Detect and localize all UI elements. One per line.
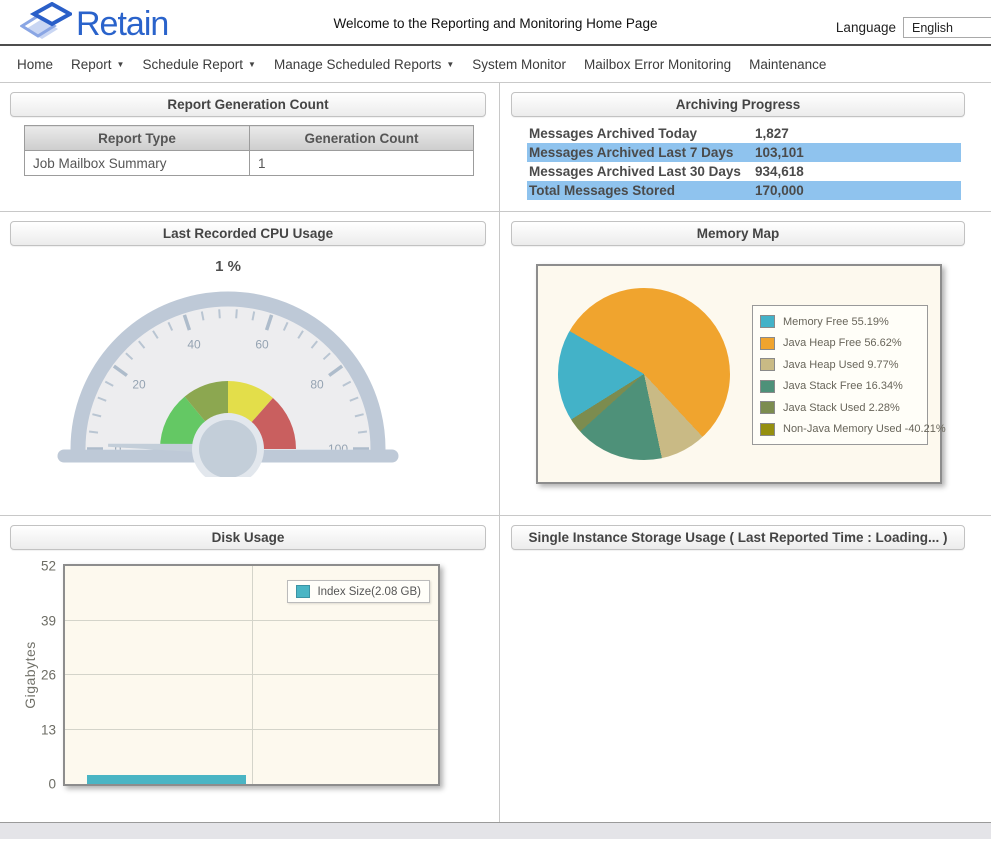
legend-swatch xyxy=(760,315,775,328)
disk-legend: Index Size(2.08 GB) xyxy=(287,580,430,603)
disk-gridline-horizontal xyxy=(65,620,438,621)
legend-label: Non-Java Memory Used -40.21% xyxy=(783,423,946,435)
legend-swatch xyxy=(760,337,775,350)
legend-swatch xyxy=(760,358,775,371)
cpu-usage-title: Last Recorded CPU Usage xyxy=(10,221,486,246)
disk-ytick-label: 26 xyxy=(41,668,56,683)
chevron-down-icon: ▼ xyxy=(446,59,454,69)
disk-plot: Gigabytes Index Size(2.08 GB) 013263952 xyxy=(63,564,440,786)
column-header-report-type: Report Type xyxy=(25,126,250,151)
nav-item-schedule-report[interactable]: Schedule Report ▼ xyxy=(133,57,265,72)
disk-ytick-label: 0 xyxy=(48,777,56,792)
svg-text:80: 80 xyxy=(310,377,324,391)
legend-label: Java Stack Used 2.28% xyxy=(783,402,900,414)
panel-disk-usage: Disk Usage Gigabytes Index Size(2.08 GB)… xyxy=(0,516,500,822)
cpu-gauge-value: 1 % xyxy=(0,258,456,275)
language-control: Language English xyxy=(836,17,991,38)
legend-label: Java Heap Free 56.62% xyxy=(783,337,902,349)
footer-bar xyxy=(0,823,991,839)
cell-report-type: Job Mailbox Summary xyxy=(25,151,250,176)
legend-label: Memory Free 55.19% xyxy=(783,316,889,328)
archiving-row: Messages Archived Last 30 Days934,618 xyxy=(527,162,961,181)
legend-item: Memory Free 55.19% xyxy=(760,311,927,333)
disk-bar xyxy=(87,775,246,784)
disk-gridline-horizontal xyxy=(65,729,438,730)
svg-text:60: 60 xyxy=(255,337,269,351)
panel-report-generation: Report Generation Count Report Type Gene… xyxy=(0,83,500,212)
language-select[interactable]: English xyxy=(903,17,991,38)
archiving-rows: Messages Archived Today1,827Messages Arc… xyxy=(527,124,961,200)
disk-ytick-label: 52 xyxy=(41,559,56,574)
panel-cpu-usage: Last Recorded CPU Usage 1 % 020406080100 xyxy=(0,212,500,516)
legend-swatch xyxy=(760,401,775,414)
memory-legend: Memory Free 55.19% Java Heap Free 56.62% J… xyxy=(752,305,928,445)
disk-gridline-vertical xyxy=(252,566,253,784)
report-generation-table: Report Type Generation Count Job Mailbox… xyxy=(24,125,474,176)
svg-text:20: 20 xyxy=(132,377,146,391)
single-instance-title: Single Instance Storage Usage ( Last Rep… xyxy=(511,525,965,550)
nav-item-label: Schedule Report xyxy=(142,57,243,72)
column-header-generation-count: Generation Count xyxy=(250,126,474,151)
archiving-progress-title: Archiving Progress xyxy=(511,92,965,117)
nav-item-mailbox-error-monitoring[interactable]: Mailbox Error Monitoring xyxy=(575,57,740,72)
content-grid: Report Generation Count Report Type Gene… xyxy=(0,83,991,823)
cpu-gauge: 020406080100 xyxy=(48,277,408,477)
archiving-row: Total Messages Stored170,000 xyxy=(527,181,961,200)
panel-archiving-progress: Archiving Progress Messages Archived Tod… xyxy=(500,83,991,212)
chevron-down-icon: ▼ xyxy=(248,59,256,69)
disk-ytick-label: 13 xyxy=(41,722,56,737)
cell-generation-count: 1 xyxy=(250,151,474,176)
nav-item-system-monitor[interactable]: System Monitor xyxy=(463,57,575,72)
nav-item-label: Maintenance xyxy=(749,57,826,72)
chevron-down-icon: ▼ xyxy=(117,59,125,69)
memory-pie xyxy=(558,288,730,460)
disk-ytick-label: 39 xyxy=(41,613,56,628)
legend-item: Java Stack Free 16.34% xyxy=(760,376,927,398)
nav-item-label: Report xyxy=(71,57,112,72)
disk-usage-title: Disk Usage xyxy=(10,525,486,550)
disk-y-axis-title: Gigabytes xyxy=(22,625,38,725)
archiving-row: Messages Archived Last 7 Days103,101 xyxy=(527,143,961,162)
nav-item-report[interactable]: Report ▼ xyxy=(62,57,133,72)
legend-item: Java Heap Used 9.77% xyxy=(760,354,927,376)
legend-swatch xyxy=(760,380,775,393)
legend-swatch xyxy=(760,423,775,436)
panel-single-instance-storage: Single Instance Storage Usage ( Last Rep… xyxy=(500,516,991,822)
memory-map-title: Memory Map xyxy=(511,221,965,246)
nav-item-manage-scheduled-reports[interactable]: Manage Scheduled Reports ▼ xyxy=(265,57,463,72)
table-row: Job Mailbox Summary 1 xyxy=(25,151,474,176)
app-header: Retain Welcome to the Reporting and Moni… xyxy=(0,0,991,46)
nav-item-label: Manage Scheduled Reports xyxy=(274,57,441,72)
nav-item-home[interactable]: Home xyxy=(8,57,62,72)
archiving-row: Messages Archived Today1,827 xyxy=(527,124,961,143)
main-nav: Home Report ▼ Schedule Report ▼ Manage S… xyxy=(0,46,991,83)
legend-item: Java Heap Free 56.62% xyxy=(760,333,927,355)
memory-map-chart: Memory Free 55.19% Java Heap Free 56.62% J… xyxy=(536,264,942,484)
legend-item: Non-Java Memory Used -40.21% xyxy=(760,419,927,441)
legend-item: Java Stack Used 2.28% xyxy=(760,397,927,419)
nav-item-maintenance[interactable]: Maintenance xyxy=(740,57,835,72)
legend-label: Java Heap Used 9.77% xyxy=(783,359,899,371)
panel-memory-map: Memory Map Memory Free 55.19% Java Heap F… xyxy=(500,212,991,516)
nav-item-label: System Monitor xyxy=(472,57,566,72)
language-label: Language xyxy=(836,20,896,35)
nav-item-label: Home xyxy=(17,57,53,72)
disk-legend-label: Index Size(2.08 GB) xyxy=(317,586,421,598)
report-generation-title: Report Generation Count xyxy=(10,92,486,117)
legend-label: Java Stack Free 16.34% xyxy=(783,380,903,392)
disk-gridline-horizontal xyxy=(65,674,438,675)
svg-text:40: 40 xyxy=(187,337,201,351)
nav-item-label: Mailbox Error Monitoring xyxy=(584,57,731,72)
disk-legend-swatch xyxy=(296,585,310,598)
